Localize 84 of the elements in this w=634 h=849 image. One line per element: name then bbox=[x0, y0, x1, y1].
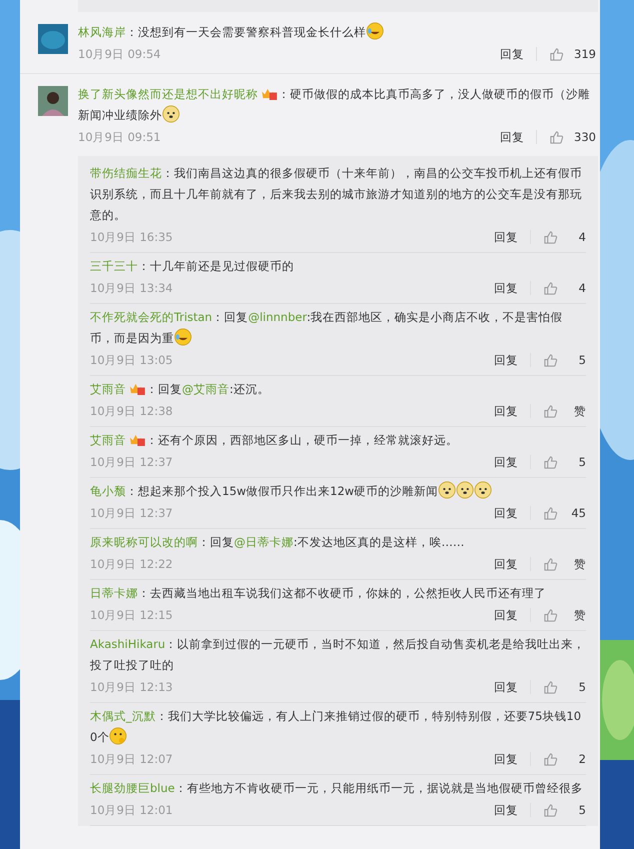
like-count: 5 bbox=[578, 803, 586, 817]
reply-link[interactable]: 回复 bbox=[500, 46, 524, 62]
like-count: 2 bbox=[578, 752, 586, 766]
mention-link[interactable]: @linnnber bbox=[248, 310, 307, 324]
reply-text: AkashiHikaru：以前拿到过假的一元硬币，当时不知道，然后投自动售卖机老是给我吐出来，投了吐投了吐的 bbox=[90, 636, 586, 674]
timestamp: 10月9日 12:38 bbox=[90, 404, 174, 418]
thumbs-up-icon[interactable] bbox=[543, 404, 558, 418]
reply-link[interactable]: 回复 bbox=[494, 506, 518, 520]
username-link[interactable]: 龟小颓 bbox=[90, 484, 126, 498]
username-link[interactable]: 原来昵称可以改的啊 bbox=[90, 535, 198, 549]
reply-text: 木偶式_沉默：我们大学比较偏远，有人上门来推销过假的硬币，特别特别假，还要75块钱100个 bbox=[90, 708, 582, 747]
thumbs-up-icon[interactable] bbox=[543, 608, 558, 622]
timestamp: 10月9日 12:01 bbox=[90, 802, 174, 818]
username-link[interactable]: 木偶式_沉默 bbox=[90, 709, 156, 723]
thumbs-up-icon[interactable] bbox=[549, 130, 564, 144]
timestamp: 10月9日 12:07 bbox=[90, 752, 174, 766]
thumbs-up-icon[interactable] bbox=[543, 280, 558, 296]
username-link[interactable]: 长腿劲腰巨blue bbox=[90, 781, 175, 795]
reply-text: 长腿劲腰巨blue：有些地方不肯收硬币一元，只能用纸币一元，据说就是当地假硬币曾经很多 bbox=[90, 780, 584, 797]
mention-link[interactable]: @日蒂卡娜 bbox=[234, 535, 294, 549]
thumbs-up-icon[interactable] bbox=[543, 230, 558, 244]
reply-text: 日蒂卡娜：去西藏当地出租车说我们这都不收硬币，你妹的，公然拒收人民币还有理了 bbox=[90, 585, 547, 602]
reply-text: 艾雨音 ：还有个原因，西部地区多山，硬币一掉，经常就滚好远。 bbox=[90, 432, 459, 449]
username-link[interactable]: 艾雨音 bbox=[90, 433, 126, 447]
reply-text: 带伤结痂生花：我们南昌这边真的很多假硬币（十来年前），南昌的公交车投币机上还有假币识别系统，而且十几年前就有了，后来我去别的城市旅游才知道别的地方的公交车是没有那玩意的。 bbox=[90, 165, 583, 224]
reply-link[interactable]: 回复 bbox=[494, 352, 518, 368]
thumbs-up-icon[interactable] bbox=[543, 352, 558, 368]
like-count: 319 bbox=[574, 47, 596, 61]
username-link[interactable]: 林风海岸 bbox=[78, 25, 126, 39]
like-count: 5 bbox=[578, 353, 586, 367]
laughing-face-icon bbox=[366, 22, 384, 40]
reply-link[interactable]: 回复 bbox=[494, 230, 518, 244]
reply-link[interactable]: 回复 bbox=[500, 130, 524, 144]
thumbs-up-icon[interactable] bbox=[549, 46, 564, 62]
reply-text: 龟小颓：想起来那个投入15w做假币只作出来12w硬币的沙雕新闻 bbox=[90, 481, 586, 502]
like-count: 赞 bbox=[573, 404, 586, 418]
username-link[interactable]: AkashiHikaru bbox=[90, 637, 166, 651]
reply-text: 艾雨音 ：回复@艾雨音:还沉。 bbox=[90, 381, 270, 398]
reply-link[interactable]: 回复 bbox=[494, 556, 518, 572]
reply-text: 三千三十：十几年前还是见过假硬币的 bbox=[90, 258, 295, 275]
reply-link[interactable]: 回复 bbox=[494, 802, 518, 818]
timestamp: 10月9日 12:22 bbox=[90, 556, 174, 572]
thumbs-up-icon[interactable] bbox=[543, 506, 558, 520]
like-count: 赞 bbox=[573, 608, 586, 622]
like-count: 5 bbox=[578, 455, 586, 469]
reply-link[interactable]: 回复 bbox=[494, 404, 518, 418]
like-count: 5 bbox=[578, 680, 586, 694]
mention-link[interactable]: @艾雨音 bbox=[182, 382, 230, 396]
like-count: 330 bbox=[574, 130, 596, 144]
timestamp: 10月9日 12:37 bbox=[90, 454, 174, 470]
comment-text: 换了新头像然而还是想不出好昵称 ：硬币做假的成本比真币高多了，没人做硬币的假币（沙雕新闻冲业绩除外 bbox=[78, 86, 591, 125]
reply-text: 不作死就会死的Tristan：回复@linnnber:我在西部地区，确实是小商店不收，不是害怕假币，而是因为重 bbox=[90, 309, 564, 348]
thumbs-up-icon[interactable] bbox=[543, 556, 558, 572]
timestamp: 10月9日 12:13 bbox=[90, 680, 174, 694]
timestamp: 10月9日 12:15 bbox=[90, 608, 174, 622]
reply-link[interactable]: 回复 bbox=[494, 752, 518, 766]
username-link[interactable]: 三千三十 bbox=[90, 259, 138, 273]
thumbs-up-icon[interactable] bbox=[543, 802, 558, 818]
comment-text: 林风海岸：没想到有一天会需要警察科普现金长什么样 bbox=[78, 22, 596, 43]
timestamp: 10月9日 13:05 bbox=[90, 352, 174, 368]
thinking-face-icon bbox=[109, 727, 128, 745]
thumbs-up-icon[interactable] bbox=[543, 680, 558, 694]
username-link[interactable]: 不作死就会死的Tristan bbox=[90, 310, 212, 324]
like-count: 4 bbox=[578, 230, 586, 244]
thumbs-up-icon[interactable] bbox=[543, 454, 558, 470]
username-link[interactable]: 换了新头像然而还是想不出好昵称 bbox=[78, 87, 258, 101]
timestamp: 10月9日 12:37 bbox=[90, 506, 174, 520]
reply-text: 原来昵称可以改的啊：回复@日蒂卡娜:不发达地区真的是这样，唉…… bbox=[90, 534, 466, 551]
reply-link[interactable]: 回复 bbox=[494, 608, 518, 622]
timestamp: 10月9日 09:54 bbox=[78, 46, 162, 62]
reply-link[interactable]: 回复 bbox=[494, 454, 518, 470]
username-link[interactable]: 带伤结痂生花 bbox=[90, 166, 162, 180]
laughing-face-icon bbox=[174, 328, 192, 346]
username-link[interactable]: 艾雨音 bbox=[90, 382, 126, 396]
like-count: 45 bbox=[570, 506, 586, 520]
timestamp: 10月9日 09:51 bbox=[78, 130, 162, 144]
reply-link[interactable]: 回复 bbox=[494, 680, 518, 694]
thumbs-up-icon[interactable] bbox=[543, 752, 558, 766]
timestamp: 10月9日 16:35 bbox=[90, 230, 174, 244]
username-link[interactable]: 日蒂卡娜 bbox=[90, 586, 138, 600]
reply-link[interactable]: 回复 bbox=[494, 280, 518, 296]
timestamp: 10月9日 13:34 bbox=[90, 280, 174, 296]
like-count: 赞 bbox=[573, 556, 586, 572]
like-count: 4 bbox=[578, 281, 586, 295]
